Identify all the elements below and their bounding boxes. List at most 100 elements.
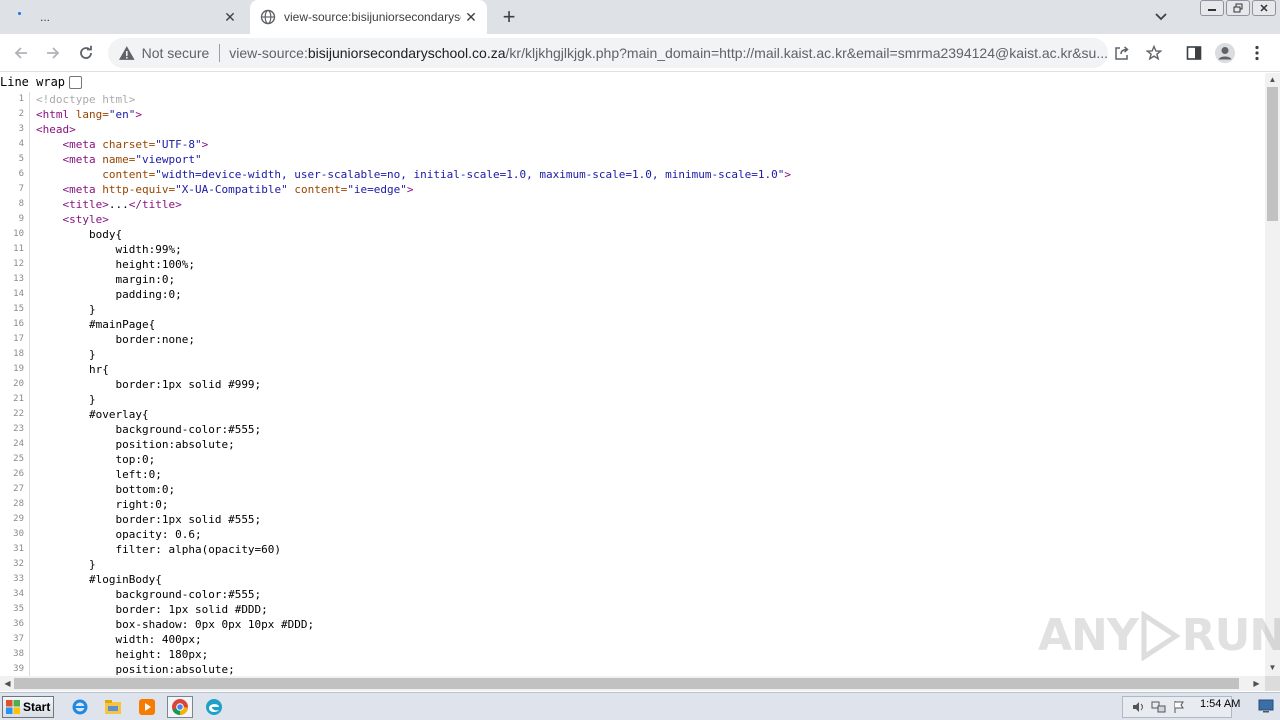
taskbar-app-media[interactable] [134, 696, 160, 718]
side-panel-button[interactable] [1181, 40, 1207, 66]
clock[interactable]: 1:54 AM [1200, 698, 1240, 710]
line-number: 26 [0, 467, 30, 482]
value: "width=device-width, user-scalable=no, i… [155, 168, 785, 181]
scroll-left-icon[interactable]: ◀ [3, 679, 12, 688]
line-number: 20 [0, 377, 30, 392]
line-number: 39 [0, 662, 30, 676]
css: position:absolute; [115, 663, 235, 676]
value: "viewport" [135, 153, 202, 166]
line-number: 21 [0, 392, 30, 407]
vertical-scrollbar[interactable]: ▲ ▼ [1265, 73, 1280, 676]
source-line: 6 content="width=device-width, user-scal… [0, 167, 1265, 182]
bookmark-button[interactable] [1144, 43, 1164, 63]
css: box-shadow: 0px 0px 10px #DDD; [115, 618, 315, 631]
network-icon[interactable] [1151, 700, 1167, 714]
line-number: 28 [0, 497, 30, 512]
tab-close-icon[interactable]: ✕ [220, 7, 240, 27]
share-button[interactable] [1112, 43, 1132, 63]
tag-end: > [406, 183, 414, 196]
source-line: 5 <meta name="viewport" [0, 152, 1265, 167]
source-line: 22 #overlay{ [0, 407, 1265, 422]
taskbar-app-edge[interactable] [201, 696, 227, 718]
css: width:99%; [115, 243, 182, 256]
source-line: 2 <html lang="en"> [0, 107, 1265, 122]
close-window-button[interactable] [1252, 0, 1276, 16]
line-number: 10 [0, 227, 30, 242]
source-line: 8 <title>...</title> [0, 197, 1265, 212]
taskbar-app-explorer[interactable] [100, 696, 126, 718]
line-number: 34 [0, 587, 30, 602]
globe-icon [260, 9, 276, 25]
source-line: 17 border:none; [0, 332, 1265, 347]
source-line: 3 <head> [0, 122, 1265, 137]
css: width: 400px; [115, 633, 202, 646]
restore-button[interactable] [1226, 0, 1250, 16]
scroll-right-icon[interactable]: ▶ [1252, 679, 1261, 688]
security-label[interactable]: Not secure [142, 45, 210, 61]
address-bar[interactable]: Not secure view-source: bisijuniorseconda… [108, 38, 1108, 68]
tab-close-icon[interactable]: ✕ [461, 7, 481, 27]
css: body{ [88, 228, 123, 241]
tab-title: view-source:bisijuniorsecondaryschool [284, 10, 461, 24]
play-logo-icon [1141, 610, 1180, 661]
line-number: 24 [0, 437, 30, 452]
taskbar-app-ie[interactable] [67, 696, 93, 718]
reload-button[interactable] [73, 40, 99, 66]
source-line: 11 width:99%; [0, 242, 1265, 257]
minimize-button[interactable] [1200, 0, 1224, 16]
line-number: 12 [0, 257, 30, 272]
tab-loading[interactable]: ... ✕ [0, 0, 246, 34]
css: } [88, 393, 96, 406]
start-button[interactable]: Start [2, 696, 54, 718]
tag: <style> [62, 213, 109, 226]
css: border:1px solid #999; [115, 378, 262, 391]
line-number: 25 [0, 452, 30, 467]
line-number: 38 [0, 647, 30, 662]
line-number: 2 [0, 107, 30, 122]
tag: <meta [62, 138, 96, 151]
horizontal-scrollbar[interactable]: ◀ ▶ [0, 676, 1265, 691]
line-wrap-checkbox[interactable] [69, 75, 83, 89]
tab-strip: ... ✕ view-source:bisijuniorsecondarysch… [0, 0, 1280, 34]
forward-button[interactable] [40, 40, 66, 66]
css: position:absolute; [115, 438, 235, 451]
scroll-down-icon[interactable]: ▼ [1268, 663, 1277, 672]
vertical-scroll-thumb[interactable] [1267, 87, 1278, 221]
profile-button[interactable] [1212, 40, 1238, 66]
horizontal-scroll-thumb[interactable] [14, 678, 1239, 689]
restore-icon [1233, 3, 1243, 13]
tag: <title> [62, 198, 109, 211]
source-line: 25 top:0; [0, 452, 1265, 467]
new-tab-button[interactable]: + [496, 4, 522, 30]
scroll-up-icon[interactable]: ▲ [1268, 75, 1277, 84]
scrollbar-corner [1265, 676, 1280, 691]
address-separator [219, 44, 221, 62]
line-number: 32 [0, 557, 30, 572]
tag-end: > [201, 138, 209, 151]
flag-icon[interactable] [1173, 700, 1185, 714]
line-number: 18 [0, 347, 30, 362]
tab-view-source[interactable]: view-source:bisijuniorsecondaryschool ✕ [250, 0, 487, 34]
back-button[interactable] [8, 40, 34, 66]
source-line: 21 } [0, 392, 1265, 407]
share-icon [1115, 46, 1129, 60]
minimize-icon [1208, 9, 1216, 11]
volume-icon[interactable] [1131, 700, 1145, 714]
attr: charset= [102, 138, 156, 151]
taskbar-app-chrome[interactable] [167, 696, 193, 718]
source-line: 9 <style> [0, 212, 1265, 227]
menu-button[interactable] [1244, 40, 1270, 66]
source-line: 34 background-color:#555; [0, 587, 1265, 602]
css: right:0; [115, 498, 169, 511]
css: } [88, 348, 96, 361]
tab-search-button[interactable] [1150, 6, 1172, 28]
watermark-right-text: RUN [1181, 610, 1280, 661]
line-number: 37 [0, 632, 30, 647]
show-desktop-icon[interactable] [1258, 699, 1274, 713]
tag: <meta [62, 153, 96, 166]
css: height: 180px; [115, 648, 209, 661]
css: bottom:0; [115, 483, 176, 496]
line-number: 13 [0, 272, 30, 287]
source-line: 23 background-color:#555; [0, 422, 1265, 437]
url-host: bisijuniorsecondaryschool.co.za [307, 45, 506, 61]
